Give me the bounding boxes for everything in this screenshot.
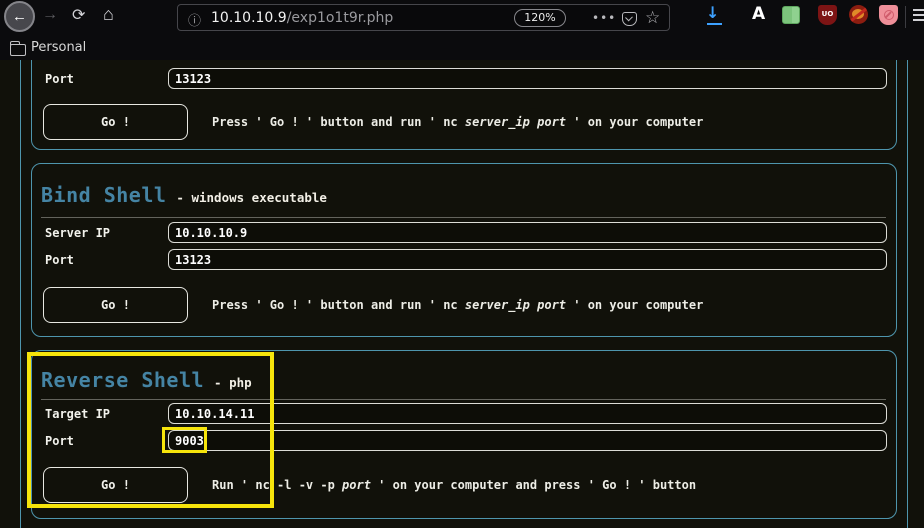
address-bar[interactable]: ⓘ 10.10.10.9/exp1o1t9r.php 120% ••• ☆	[177, 4, 670, 31]
section-heading: Reverse Shell - php	[41, 368, 252, 392]
go-button[interactable]: Go !	[43, 287, 188, 323]
go-button[interactable]: Go !	[43, 104, 188, 140]
page-outer-border-right	[907, 60, 908, 528]
divider	[41, 217, 886, 218]
downloads-icon[interactable]: ↓	[706, 3, 719, 22]
screen: Port Go ! Press ' Go ! ' button and run …	[0, 0, 924, 528]
section-title: Bind Shell	[41, 183, 166, 207]
menu-icon[interactable]	[913, 9, 924, 24]
url-host: 10.10.10.9	[211, 10, 287, 26]
field-label: Port	[45, 72, 74, 86]
pink-shield-extension-icon[interactable]	[879, 5, 898, 25]
go-button[interactable]: Go !	[43, 467, 188, 503]
field-label: Server IP	[45, 226, 110, 240]
pink-shield-slash-shape	[884, 10, 894, 20]
bookmark-star-icon[interactable]: ☆	[645, 8, 660, 28]
zoom-level-badge[interactable]: 120%	[514, 9, 566, 27]
section-subtitle: - php	[214, 375, 252, 390]
bookmark-folder-personal[interactable]: Personal	[31, 40, 86, 55]
target-ip-input[interactable]	[168, 403, 887, 424]
field-label: Target IP	[45, 407, 110, 421]
folder-icon	[10, 44, 26, 56]
instruction-text: Press ' Go ! ' button and run ' nc serve…	[212, 298, 703, 312]
bookmarks-bar: Personal	[0, 34, 924, 60]
page-actions-icon[interactable]: •••	[592, 11, 616, 25]
url-text[interactable]: 10.10.10.9/exp1o1t9r.php	[211, 10, 393, 26]
site-info-icon[interactable]: ⓘ	[188, 10, 201, 29]
reload-button[interactable]: ⟳	[72, 5, 85, 25]
instruction-text: Run ' nc -l -v -p port ' on your compute…	[212, 478, 696, 492]
pocket-icon[interactable]	[622, 12, 637, 26]
port-input[interactable]	[168, 430, 887, 451]
home-button[interactable]: ⌂	[103, 4, 114, 25]
instruction-text: Press ' Go ! ' button and run ' nc serve…	[212, 115, 703, 129]
section-title: Reverse Shell	[41, 368, 204, 392]
section-heading: Bind Shell - windows executable	[41, 183, 327, 207]
section-subtitle: - windows executable	[176, 190, 327, 205]
server-ip-input[interactable]	[168, 222, 887, 243]
url-path: /exp1o1t9r.php	[287, 10, 394, 26]
green-extension-icon[interactable]	[782, 6, 800, 24]
forward-button[interactable]: →	[42, 6, 58, 24]
port-input[interactable]	[168, 249, 887, 270]
ublock-origin-icon[interactable]: UO	[818, 5, 837, 25]
blocker-extension-icon[interactable]	[849, 5, 868, 24]
toolbar-separator	[905, 6, 906, 28]
text-size-extension-icon[interactable]: A	[752, 4, 765, 24]
port-input[interactable]	[168, 68, 887, 89]
field-label: Port	[45, 434, 74, 448]
downloads-icon-bar	[707, 23, 722, 25]
divider	[41, 399, 886, 400]
field-label: Port	[45, 253, 74, 267]
back-button[interactable]: ←	[4, 1, 35, 32]
page-outer-border-left	[20, 60, 21, 528]
browser-toolbar: ← → ⟳ ⌂ ⓘ 10.10.10.9/exp1o1t9r.php 120% …	[0, 0, 924, 34]
